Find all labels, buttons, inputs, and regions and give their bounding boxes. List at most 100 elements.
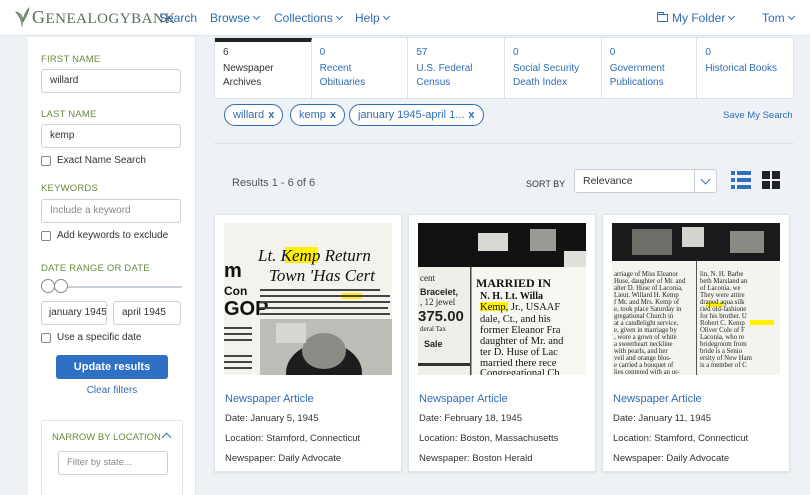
- svg-text:beth Marsland an: beth Marsland an: [700, 278, 748, 285]
- save-my-search-link[interactable]: Save My Search: [723, 110, 793, 121]
- keywords-field[interactable]: Include a keyword: [41, 199, 181, 223]
- svg-text:Bracelet,: Bracelet,: [420, 287, 458, 297]
- first-name-label: FIRST NAME: [41, 54, 101, 65]
- divider: [214, 143, 794, 144]
- tab-us-federal-census[interactable]: 57 U.S. Federal Census: [408, 38, 506, 98]
- svg-text:a sweetheart neckline: a sweetheart neckline: [614, 341, 673, 348]
- user-menu[interactable]: Tom: [762, 11, 795, 25]
- svg-text:draped aqua silk: draped aqua silk: [700, 299, 745, 306]
- svg-text:Sale: Sale: [424, 339, 443, 349]
- tab-recent-obituaries[interactable]: 0 Recent Obituaries: [312, 38, 409, 98]
- nav-collections-label: Collections: [274, 11, 333, 25]
- tab-label: Historical Books: [705, 63, 778, 74]
- tab-count: 0: [609, 47, 616, 58]
- exact-name-checkbox[interactable]: Exact Name Search: [41, 155, 146, 166]
- exclude-keywords-checkbox[interactable]: Add keywords to exclude: [41, 230, 168, 241]
- card-type-link[interactable]: Newspaper Article: [225, 393, 314, 405]
- close-icon[interactable]: x: [330, 109, 336, 121]
- last-name-field[interactable]: kemp: [41, 124, 181, 148]
- tab-government-publications[interactable]: 0 Government Publications: [602, 38, 698, 98]
- svg-text:m: m: [224, 260, 242, 282]
- svg-text:lin, N. H. Barbe: lin, N. H. Barbe: [700, 271, 743, 278]
- chevron-up-icon[interactable]: [161, 432, 172, 443]
- svg-text:, wore a gown of white: , wore a gown of white: [614, 334, 677, 341]
- nav-browse[interactable]: Browse: [210, 11, 261, 25]
- list-view-icon[interactable]: [731, 171, 751, 189]
- tab-count: 57: [416, 47, 428, 58]
- svg-text:They were attire: They were attire: [700, 292, 745, 299]
- tab-count: 0: [705, 47, 711, 58]
- svg-text:at a candlelight service,: at a candlelight service,: [614, 320, 678, 327]
- svg-text:Lt. Kemp Return: Lt. Kemp Return: [257, 246, 371, 265]
- tab-social-security-death-index[interactable]: 0 Social Security Death Index: [505, 38, 602, 98]
- location-filter-input[interactable]: Filter by state...: [58, 451, 168, 475]
- tab-historical-books[interactable]: 0 Historical Books: [697, 38, 793, 98]
- date-slider-end-handle[interactable]: [54, 279, 68, 293]
- close-icon[interactable]: x: [268, 109, 274, 121]
- last-name-label: LAST NAME: [41, 109, 97, 120]
- svg-text:Congregational Ch: Congregational Ch: [480, 368, 560, 375]
- tab-label: Newspaper Archives: [223, 63, 274, 88]
- first-name-field[interactable]: willard: [41, 69, 181, 93]
- grid-view-icon[interactable]: [762, 171, 780, 189]
- chevron-down-icon: [382, 12, 390, 21]
- clear-filters-link[interactable]: Clear filters: [28, 385, 196, 396]
- svg-text:dale, Ct., and his: dale, Ct., and his: [480, 314, 551, 325]
- date-range-slider-track[interactable]: [48, 286, 182, 288]
- result-card[interactable]: m Con GOP Lt. Kemp Return Town 'Has Cert…: [214, 214, 402, 472]
- nav-help[interactable]: Help: [355, 11, 390, 25]
- search-filters-sidebar: FIRST NAME willard LAST NAME kemp Exact …: [28, 37, 196, 495]
- tab-label: Recent Obituaries: [319, 63, 366, 88]
- newspaper-clipping-thumbnail[interactable]: m Con GOP Lt. Kemp Return Town 'Has Cert: [224, 223, 392, 375]
- filter-chip-first-name: willard x: [224, 104, 284, 126]
- checkbox-box[interactable]: [41, 155, 51, 166]
- nav-help-label: Help: [355, 11, 380, 25]
- svg-text:lies centered with an or-: lies centered with an or-: [614, 369, 680, 375]
- update-results-button[interactable]: Update results: [56, 355, 168, 379]
- date-slider-start-handle[interactable]: [41, 279, 55, 293]
- result-card[interactable]: arriage of Miss Eleanor Huse, daughter o…: [602, 214, 790, 472]
- close-icon[interactable]: x: [468, 109, 474, 121]
- svg-text:for his brother. U: for his brother. U: [700, 313, 747, 320]
- date-to-field[interactable]: april 1945: [113, 301, 181, 325]
- card-date: Date: January 11, 1945: [613, 413, 712, 424]
- tab-count: 0: [319, 47, 326, 58]
- chevron-down-icon: [335, 12, 343, 21]
- filter-chip-date-range: january 1945-april 1... x: [349, 104, 484, 126]
- card-type-link[interactable]: Newspaper Article: [419, 393, 508, 405]
- svg-text:Robert C. Kemp: Robert C. Kemp: [700, 320, 745, 327]
- nav-collections[interactable]: Collections: [274, 11, 343, 25]
- newspaper-clipping-thumbnail[interactable]: cent Bracelet, , 12 jewel 375.00 deral T…: [418, 223, 586, 375]
- card-location: Location: Stamford, Connecticut: [225, 433, 361, 444]
- chevron-down-icon: [787, 12, 795, 21]
- logo-letter: G: [32, 6, 46, 27]
- card-date: Date: January 5, 1945: [225, 413, 319, 424]
- svg-text:Huse, daughter of Mr. and: Huse, daughter of Mr. and: [614, 278, 686, 285]
- tab-newspaper-archives[interactable]: 6 Newspaper Archives: [215, 38, 312, 98]
- sort-select[interactable]: Relevance: [574, 169, 717, 193]
- folder-icon: [657, 12, 668, 22]
- card-type-link[interactable]: Newspaper Article: [613, 393, 702, 405]
- svg-text:daughter of Mr. and: daughter of Mr. and: [480, 336, 564, 347]
- svg-text:f Mr. and Mrs. Kemp of: f Mr. and Mrs. Kemp of: [614, 299, 680, 306]
- narrow-by-location-panel: NARROW BY LOCATION Filter by state...: [41, 420, 183, 495]
- chevron-down-icon: [252, 12, 261, 21]
- svg-text:e carried a bouquet of: e carried a bouquet of: [614, 362, 674, 369]
- date-from-field[interactable]: january 1945: [41, 301, 107, 325]
- card-location: Location: Stamford, Connecticut: [613, 433, 749, 444]
- genealogybank-logo[interactable]: GENEALOGYBANK: [14, 6, 176, 28]
- checkbox-box[interactable]: [41, 332, 51, 343]
- leaf-icon: [15, 6, 30, 28]
- svg-text:deral Tax: deral Tax: [420, 325, 447, 333]
- exclude-keywords-label: Add keywords to exclude: [57, 230, 169, 241]
- card-newspaper: Newspaper: Daily Advocate: [225, 453, 342, 464]
- nav-search[interactable]: Search: [159, 11, 197, 25]
- result-card[interactable]: cent Bracelet, , 12 jewel 375.00 deral T…: [408, 214, 596, 472]
- svg-text:Laconia, who re: Laconia, who re: [700, 334, 744, 341]
- newspaper-clipping-thumbnail[interactable]: arriage of Miss Eleanor Huse, daughter o…: [612, 223, 780, 375]
- card-date: Date: February 18, 1945: [419, 413, 522, 424]
- checkbox-box[interactable]: [41, 230, 51, 241]
- my-folder-menu[interactable]: My Folder: [657, 11, 736, 25]
- specific-date-checkbox[interactable]: Use a specific date: [41, 332, 142, 343]
- svg-text:is a member of C: is a member of C: [700, 362, 747, 369]
